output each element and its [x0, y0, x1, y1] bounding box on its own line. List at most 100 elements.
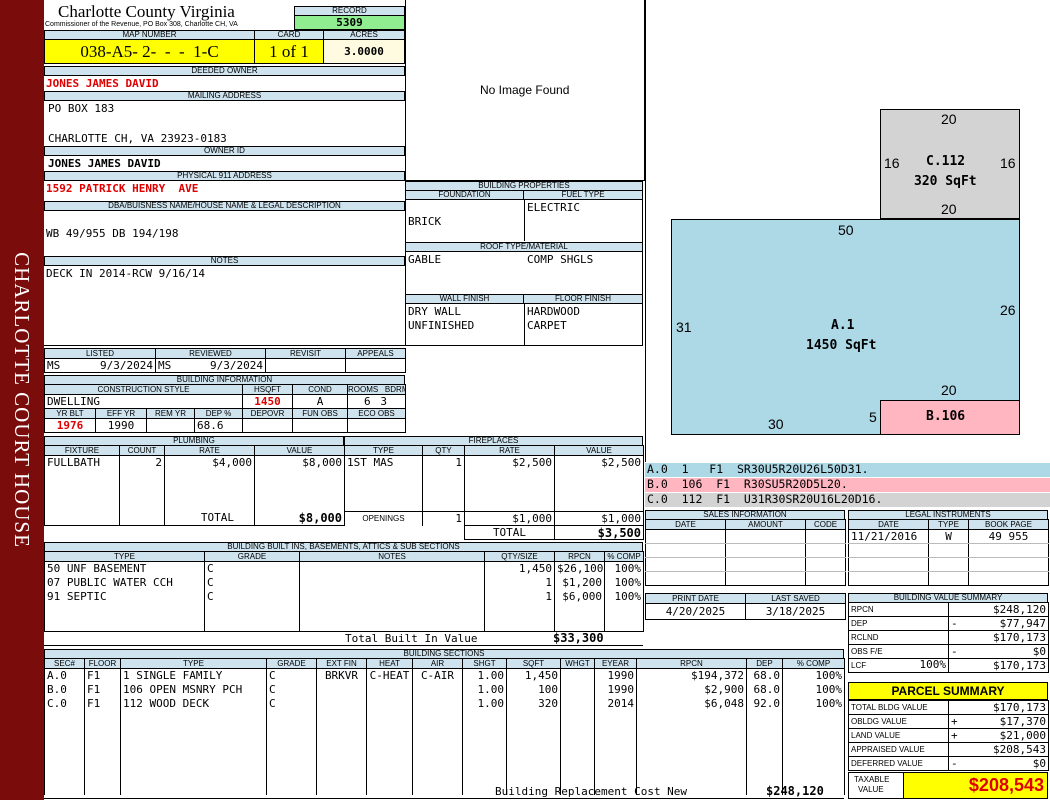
c-top-dim: 20: [941, 111, 957, 127]
rclnd-value: $170,173: [948, 630, 1049, 645]
heat: [366, 696, 413, 711]
table-row: 91 SEPTIC C 1 $6,000 100%: [44, 589, 644, 604]
dep-header: DEP: [746, 658, 783, 669]
type: 106 OPEN MSNRY PCH: [120, 682, 267, 697]
bdrms-header: BDRMS: [384, 384, 405, 394]
plumbing-rate-header: RATE: [164, 445, 255, 456]
mailing-line-1: PO BOX 183: [48, 102, 115, 115]
obldg-sign: +: [951, 714, 958, 728]
rcn-label: Building Replacement Cost New: [495, 785, 688, 798]
owner-id: JONES JAMES DAVID: [48, 157, 161, 170]
legend-b: B.0 106 F1 R30SU5R20D5L20.: [645, 478, 1050, 492]
deferred-sign: -: [951, 756, 958, 770]
plumbing-total: $8,000: [254, 511, 345, 526]
dep-value: $77,947: [999, 616, 1046, 630]
fireplace-rate: $2,500: [464, 455, 555, 470]
wall-finish-2: UNFINISHED: [408, 319, 475, 332]
funobs-header: FUN OBS: [292, 408, 349, 419]
rpcn: $2,900: [636, 682, 747, 697]
building-info-table: CONSTRUCTION STYLEHSQFTCONDROOMS BDRMS D…: [43, 384, 407, 433]
ecoobs-header: ECO OBS: [347, 408, 407, 419]
legal-description: WB 49/955 DB 194/198: [46, 227, 179, 240]
grade: C: [266, 696, 317, 711]
a-label: A.1: [831, 318, 855, 333]
parcel-summary-title: PARCEL SUMMARY: [848, 682, 1048, 700]
fireplace-total-label: TOTAL: [464, 525, 555, 540]
builtin-qty-header: QTY/SIZE: [484, 551, 555, 562]
appraised-label: APPRAISED VALUE: [848, 742, 949, 757]
heat-header: HEAT: [366, 658, 413, 669]
legal-type-header: TYPE: [928, 519, 969, 530]
card-value: 1 of 1: [254, 39, 324, 64]
builtin-rpcn: $1,200: [554, 575, 605, 590]
type: 112 WOOD DECK: [120, 696, 267, 711]
sec-header: SEC#: [44, 658, 85, 669]
listed-header: LISTED: [44, 348, 156, 359]
yrblt-header: YR BLT: [44, 408, 96, 419]
fireplaces-table: TYPE QTY RATE VALUE 1ST MAS 1 $2,500 $2,500 OP…: [344, 445, 644, 540]
mailing-address-label: MAILING ADDRESS: [44, 91, 405, 101]
builtin-type: 50 UNF BASEMENT: [44, 561, 205, 576]
rooms-header: ROOMS: [348, 384, 379, 394]
builtin-qty: 1,450: [484, 561, 555, 576]
floor: F1: [84, 668, 121, 683]
a-top-dim: 50: [838, 222, 854, 238]
floor-header: FLOOR: [84, 658, 121, 669]
builtin-type-header: TYPE: [44, 551, 205, 562]
lcf-value: $170,173: [948, 658, 1049, 673]
sec: C.0: [44, 696, 85, 711]
builtin-type: 91 SEPTIC: [44, 589, 205, 604]
eyear: 1990: [594, 668, 637, 683]
eyear-header: EYEAR: [594, 658, 637, 669]
notes-text: DECK IN 2014-RCW 9/16/14: [46, 267, 205, 280]
table-row: 50 UNF BASEMENT C 1,450 $26,100 100%: [44, 561, 644, 576]
appraised-value: $208,543: [948, 742, 1049, 757]
dep-sign: -: [951, 616, 958, 630]
extfin: BRKVR: [316, 668, 367, 683]
a-left-dim: 31: [676, 319, 692, 335]
legal-book: 49 955: [968, 529, 1049, 544]
sections-table: SEC# FLOOR TYPE GRADE EXT FIN HEAT AIR S…: [44, 658, 845, 795]
c-label: C.112: [926, 154, 966, 169]
whgt: [560, 668, 595, 683]
c-bottom-dim: 20: [941, 201, 957, 217]
cond-header: COND: [292, 384, 349, 395]
roof-type: GABLE: [408, 253, 442, 266]
deferred-value: $0: [1032, 756, 1046, 770]
land-sign: +: [951, 728, 958, 742]
hsqft-value: 1450: [242, 394, 294, 409]
no-image-text: No Image Found: [480, 83, 570, 97]
builtin-total: $33,300: [553, 631, 604, 645]
effyr-header: EFF YR: [95, 408, 147, 419]
plumbing-table: FIXTURE COUNT RATE VALUE FULLBATH 2 $4,000 $8,…: [44, 445, 345, 526]
builtin-rpcn-header: RPCN: [554, 551, 605, 562]
hsqft-header: HSQFT: [242, 384, 294, 395]
c-area: 320 SqFt: [914, 174, 977, 189]
rpcn: $194,372: [636, 668, 747, 683]
plumbing-fixture: FULLBATH: [44, 455, 120, 470]
taxable-label-2: VALUE: [858, 785, 884, 794]
last-saved-header: LAST SAVED: [745, 593, 846, 604]
yrblt-value: 1976: [44, 418, 96, 433]
b-top-dim: 20: [941, 382, 957, 398]
whgt: [560, 696, 595, 711]
comp: 100%: [782, 668, 845, 683]
listed-date: 9/3/2024: [100, 358, 153, 372]
builtin-total-label: Total Built In Value: [345, 632, 478, 645]
builtin-type: 07 PUBLIC WATER CCH: [44, 575, 205, 590]
dep-label: DEP: [848, 616, 949, 631]
legal-table: DATE TYPE BOOK PAGE 11/21/2016 W 49 955: [848, 519, 1049, 586]
map-number: 038-A5- 2- - - 1-C: [44, 39, 255, 64]
land-value: $21,000: [999, 728, 1046, 742]
table-row: FULLBATH 2 $4,000 $8,000: [44, 455, 345, 470]
parcel-summary-table: TOTAL BLDG VALUE $170,173 OBLDG VALUE + $17…: [848, 700, 1049, 771]
table-row: C.0 F1 112 WOOD DECK C 1.00 320 2014 $6,048 92.0…: [44, 696, 845, 711]
floor-finish-2: CARPET: [527, 319, 567, 332]
grade-header: GRADE: [266, 658, 317, 669]
reviewed-date: 9/3/2024: [210, 358, 263, 372]
grade: C: [266, 682, 317, 697]
rpcn-label: RPCN: [848, 602, 949, 617]
roof-material: COMP SHGLS: [527, 253, 594, 266]
dates-table: PRINT DATE LAST SAVED 4/20/2025 3/18/2025: [645, 593, 846, 620]
fireplace-type: 1ST MAS: [344, 455, 423, 470]
